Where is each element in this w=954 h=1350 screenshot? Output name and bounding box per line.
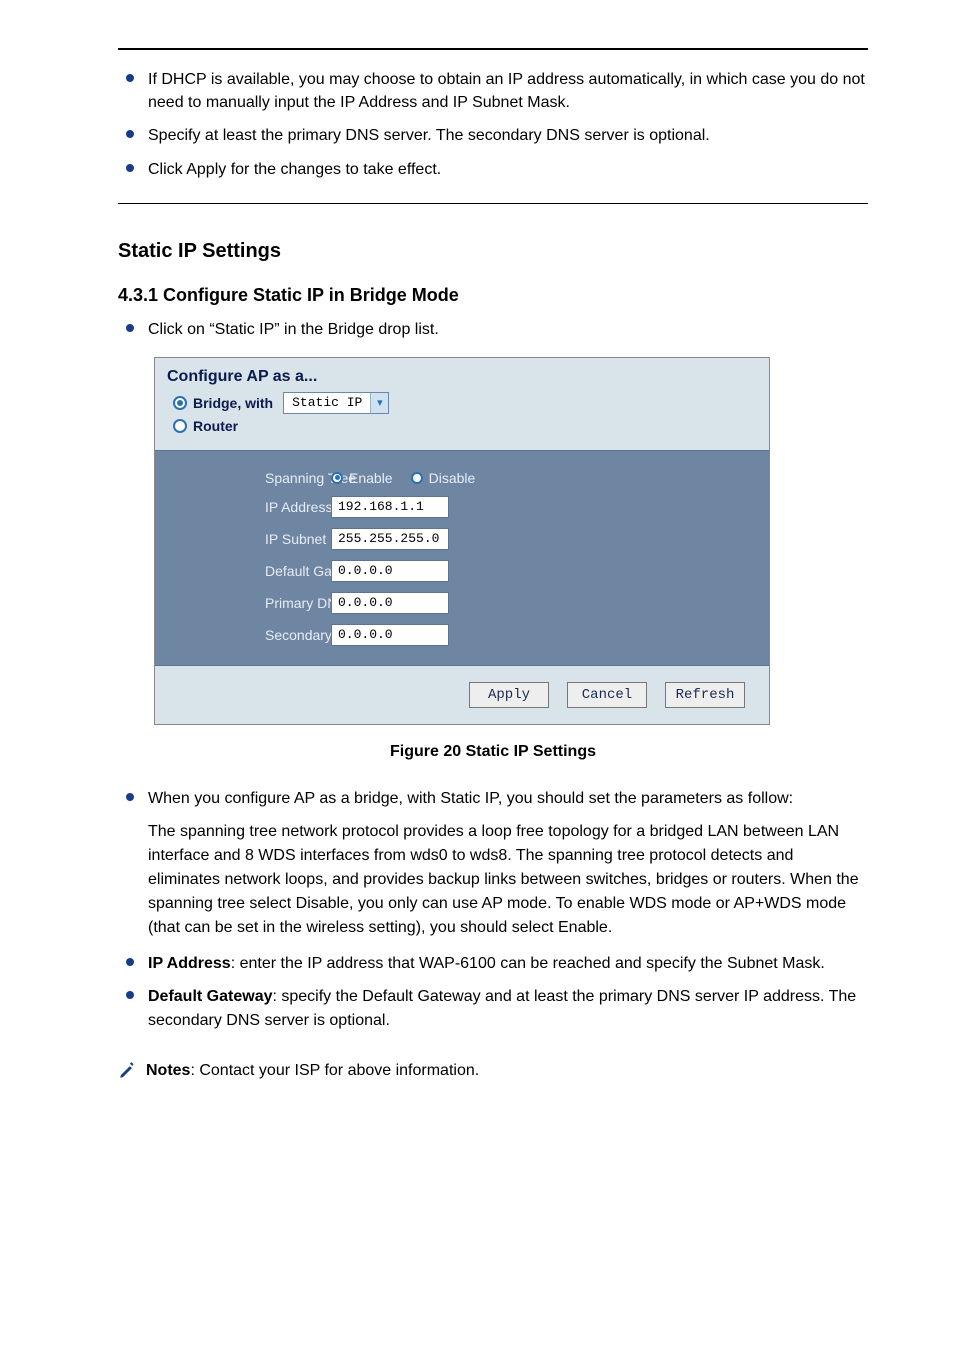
bridge-radio[interactable] <box>173 396 187 410</box>
select-value: Static IP <box>284 395 370 410</box>
router-radio-label: Router <box>193 418 238 434</box>
ip-address-label: IP Address <box>155 499 315 515</box>
list-item-text: Click Apply for the changes to take effe… <box>148 161 441 178</box>
bridge-radio-label: Bridge, with <box>193 395 273 411</box>
enable-label: Enable <box>349 470 393 486</box>
top-rule <box>118 48 868 50</box>
note-text: Notes: Contact your ISP for above inform… <box>146 1062 479 1080</box>
list-item: Click Apply for the changes to take effe… <box>122 158 868 181</box>
gateway-input[interactable] <box>331 560 449 582</box>
gateway-label: Default Gateway <box>155 563 315 579</box>
pencil-icon <box>118 1062 136 1080</box>
ip-address-desc: enter the IP address that WAP-6100 can b… <box>240 955 825 972</box>
apply-button[interactable]: Apply <box>469 682 549 708</box>
disable-label: Disable <box>429 470 476 486</box>
intro-bullet-list: If DHCP is available, you may choose to … <box>118 68 868 181</box>
list-item: Click on “Static IP” in the Bridge drop … <box>122 318 868 341</box>
after-figure-list: When you configure AP as a bridge, with … <box>118 787 868 1032</box>
list-item-text: Specify at least the primary DNS server.… <box>148 127 710 144</box>
config-top: Configure AP as a... Bridge, with Static… <box>155 358 769 450</box>
divider <box>118 203 868 204</box>
note-body: Contact your ISP for above information. <box>199 1062 479 1079</box>
config-panel-figure: Configure AP as a... Bridge, with Static… <box>154 357 770 725</box>
section-heading: Static IP Settings <box>118 240 868 263</box>
spanning-tree-radios: Enable Disable <box>331 470 475 486</box>
list-item: IP Address: enter the IP address that WA… <box>122 952 868 975</box>
enable-radio[interactable] <box>331 472 343 484</box>
note-lead: Notes <box>146 1062 190 1079</box>
refresh-button[interactable]: Refresh <box>665 682 745 708</box>
figure-caption: Figure 20 Static IP Settings <box>118 743 868 761</box>
note-row: Notes: Contact your ISP for above inform… <box>118 1062 868 1080</box>
secondary-dns-input[interactable] <box>331 624 449 646</box>
router-radio-row: Router <box>167 418 757 434</box>
primary-dns-row: Primary DNS Server <box>155 587 769 619</box>
ip-address-input[interactable] <box>331 496 449 518</box>
chevron-down-icon: ▾ <box>370 393 388 413</box>
subnet-label: IP Subnet Mask <box>155 531 315 547</box>
spanning-tree-desc: The spanning tree network protocol provi… <box>148 820 868 940</box>
button-bar: Apply Cancel Refresh <box>155 666 769 724</box>
gateway-lead: Default Gateway <box>148 988 272 1005</box>
gateway-row: Default Gateway <box>155 555 769 587</box>
list-item: When you configure AP as a bridge, with … <box>122 787 868 940</box>
bridge-mode-select[interactable]: Static IP ▾ <box>283 392 389 414</box>
list-item-text: When you configure AP as a bridge, with … <box>148 790 793 807</box>
cancel-button[interactable]: Cancel <box>567 682 647 708</box>
list-item: If DHCP is available, you may choose to … <box>122 68 868 114</box>
step-bullet-list: Click on “Static IP” in the Bridge drop … <box>118 318 868 341</box>
spanning-tree-row: Spanning Tree Enable Disable <box>155 465 769 491</box>
primary-dns-input[interactable] <box>331 592 449 614</box>
secondary-dns-label: Secondary DNS Server <box>155 627 315 643</box>
list-item: Default Gateway: specify the Default Gat… <box>122 985 868 1031</box>
list-item-text: Click on “Static IP” in the Bridge drop … <box>148 321 439 338</box>
section-subheading: 4.3.1 Configure Static IP in Bridge Mode <box>118 285 868 306</box>
list-item-text: If DHCP is available, you may choose to … <box>148 71 865 111</box>
ip-address-lead: IP Address <box>148 955 231 972</box>
router-radio[interactable] <box>173 419 187 433</box>
subnet-row: IP Subnet Mask <box>155 523 769 555</box>
secondary-dns-row: Secondary DNS Server <box>155 619 769 651</box>
bridge-radio-row: Bridge, with Static IP ▾ <box>167 392 757 414</box>
subnet-input[interactable] <box>331 528 449 550</box>
disable-radio[interactable] <box>411 472 423 484</box>
list-item: Specify at least the primary DNS server.… <box>122 124 868 147</box>
spanning-tree-label: Spanning Tree <box>155 470 315 486</box>
field-rows: Spanning Tree Enable Disable IP Address … <box>155 450 769 666</box>
primary-dns-label: Primary DNS Server <box>155 595 315 611</box>
ip-address-row: IP Address <box>155 491 769 523</box>
configure-title: Configure AP as a... <box>167 368 757 386</box>
